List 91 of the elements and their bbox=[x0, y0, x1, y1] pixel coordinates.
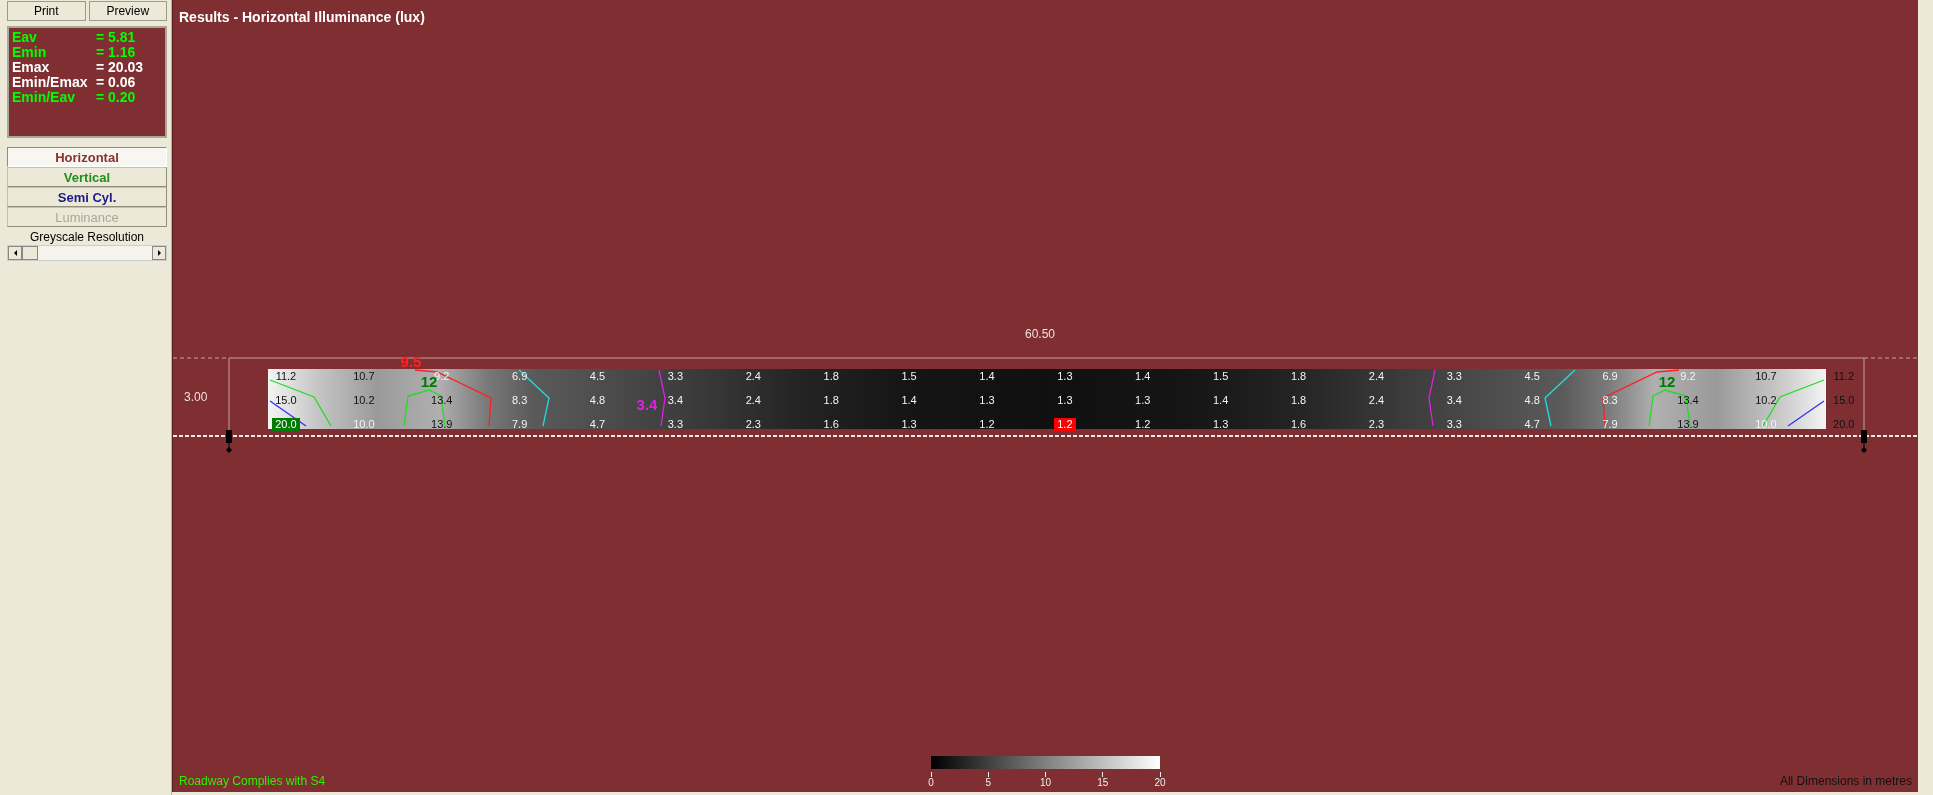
stat-label: Eav bbox=[12, 30, 38, 45]
grid-value: 1.5 bbox=[900, 369, 918, 383]
legend-tick-label: 5 bbox=[985, 777, 992, 788]
grid-value: 9.2 bbox=[1679, 369, 1697, 383]
legend-tick-label: 20 bbox=[1154, 777, 1166, 788]
contour-label: 12 bbox=[1658, 373, 1676, 389]
grid-value: 4.8 bbox=[1523, 393, 1541, 407]
greyscale-scrollbar[interactable] bbox=[7, 245, 167, 261]
mode-button[interactable]: Horizontal bbox=[7, 147, 167, 167]
grid-value: 10.2 bbox=[1754, 393, 1778, 407]
grid-value: 7.9 bbox=[510, 417, 529, 431]
grid-value: 3.4 bbox=[666, 393, 685, 407]
grid-value: 1.3 bbox=[1056, 369, 1074, 383]
grid-value: 3.3 bbox=[666, 417, 685, 431]
mode-button[interactable]: Semi Cyl. bbox=[7, 187, 167, 207]
legend-tick-label: 15 bbox=[1097, 777, 1109, 788]
grid-value: 1.8 bbox=[1289, 393, 1308, 407]
contour-label: 3.4 bbox=[636, 396, 658, 412]
grid-value: 1.3 bbox=[1056, 393, 1074, 407]
contour-line bbox=[1428, 369, 1436, 427]
stat-value: = 0.20 bbox=[96, 90, 136, 105]
stat-label: Emin/Eav bbox=[12, 90, 77, 105]
grid-value: 1.3 bbox=[900, 417, 918, 431]
grid-value: 1.6 bbox=[822, 417, 840, 431]
grid-value: 1.4 bbox=[1134, 369, 1152, 383]
grid-value: 10.7 bbox=[352, 369, 376, 383]
grid-value: 1.2 bbox=[1134, 417, 1152, 431]
length-dimension: 60.50 bbox=[1025, 327, 1056, 341]
grid-value: 3.3 bbox=[1445, 417, 1463, 431]
grid-value: 4.5 bbox=[1523, 369, 1541, 383]
grid-value: 4.7 bbox=[588, 417, 607, 431]
contour-line bbox=[1544, 369, 1576, 427]
grid-value: 7.9 bbox=[1601, 417, 1619, 431]
grid-value: 3.4 bbox=[1445, 393, 1463, 407]
grid-value: 1.2 bbox=[978, 417, 996, 431]
grid-value: 2.4 bbox=[744, 369, 762, 383]
grid-value: 3.3 bbox=[1445, 369, 1463, 383]
toolbar-button[interactable]: Print bbox=[7, 1, 86, 21]
grid-value: 1.8 bbox=[1289, 369, 1308, 383]
grid-value: 10.7 bbox=[1754, 369, 1778, 383]
grid-value: 2.3 bbox=[744, 417, 762, 431]
legend-tick-label: 10 bbox=[1039, 777, 1052, 788]
grid-value: 11.2 bbox=[1832, 369, 1856, 383]
pole-marker-icon bbox=[1860, 430, 1868, 454]
grid-value: 3.3 bbox=[666, 369, 685, 383]
contour-line bbox=[658, 369, 666, 427]
scroll-left-button[interactable] bbox=[8, 246, 22, 260]
stat-value: = 0.06 bbox=[96, 75, 136, 90]
stat-value: = 20.03 bbox=[96, 60, 144, 75]
stat-label: Emin bbox=[12, 45, 48, 60]
grid-value: 2.4 bbox=[1367, 393, 1386, 407]
grid-value: 1.8 bbox=[822, 393, 840, 407]
legend-tick-label: 0 bbox=[928, 777, 934, 788]
grid-value: 1.4 bbox=[1212, 393, 1230, 407]
stat-value: = 5.81 bbox=[96, 30, 136, 45]
grid-value: 20.0 bbox=[1832, 417, 1856, 431]
scroll-thumb[interactable] bbox=[22, 246, 38, 260]
grid-value: 6.9 bbox=[1601, 369, 1619, 383]
pole-marker-icon bbox=[225, 430, 233, 454]
grid-value: 2.4 bbox=[1367, 369, 1386, 383]
stat-value: = 1.16 bbox=[96, 45, 136, 60]
grid-value: 2.4 bbox=[744, 393, 762, 407]
grid-value: 1.3 bbox=[1134, 393, 1152, 407]
grid-value: 1.4 bbox=[978, 369, 996, 383]
grid-value: 6.9 bbox=[510, 369, 529, 383]
width-dimension: 3.00 bbox=[184, 390, 208, 404]
greyscale-label: Greyscale Resolution bbox=[28, 230, 146, 244]
grid-value: 4.8 bbox=[588, 393, 607, 407]
stat-label: Emin/Emax bbox=[12, 75, 89, 90]
grid-value: 15.0 bbox=[274, 393, 298, 407]
grid-value: 2.3 bbox=[1367, 417, 1386, 431]
grid-value: 4.5 bbox=[588, 369, 607, 383]
grid-value: 8.3 bbox=[510, 393, 529, 407]
stat-label: Emax bbox=[12, 60, 51, 75]
grid-value: 1.3 bbox=[1212, 417, 1230, 431]
scroll-right-button[interactable] bbox=[152, 246, 166, 260]
grid-value: 11.2 bbox=[274, 369, 298, 383]
grid-value: 1.5 bbox=[1212, 369, 1230, 383]
grid-value: 10.2 bbox=[352, 393, 376, 407]
grid-value: 10.0 bbox=[352, 417, 376, 431]
contour-label: 9.5 bbox=[400, 353, 422, 369]
grid-value: 15.0 bbox=[1832, 393, 1856, 407]
grid-value: 13.9 bbox=[430, 417, 454, 431]
grid-value: 1.3 bbox=[978, 393, 996, 407]
grid-value: 1.4 bbox=[900, 393, 918, 407]
grid-value: 4.7 bbox=[1523, 417, 1541, 431]
toolbar-button[interactable]: Preview bbox=[88, 1, 167, 21]
grid-value: 1.8 bbox=[822, 369, 840, 383]
grid-value: 1.6 bbox=[1289, 417, 1308, 431]
panel-title: Results - Horizontal Illuminance (lux) bbox=[178, 8, 426, 27]
grid-value: 13.9 bbox=[1676, 417, 1700, 431]
